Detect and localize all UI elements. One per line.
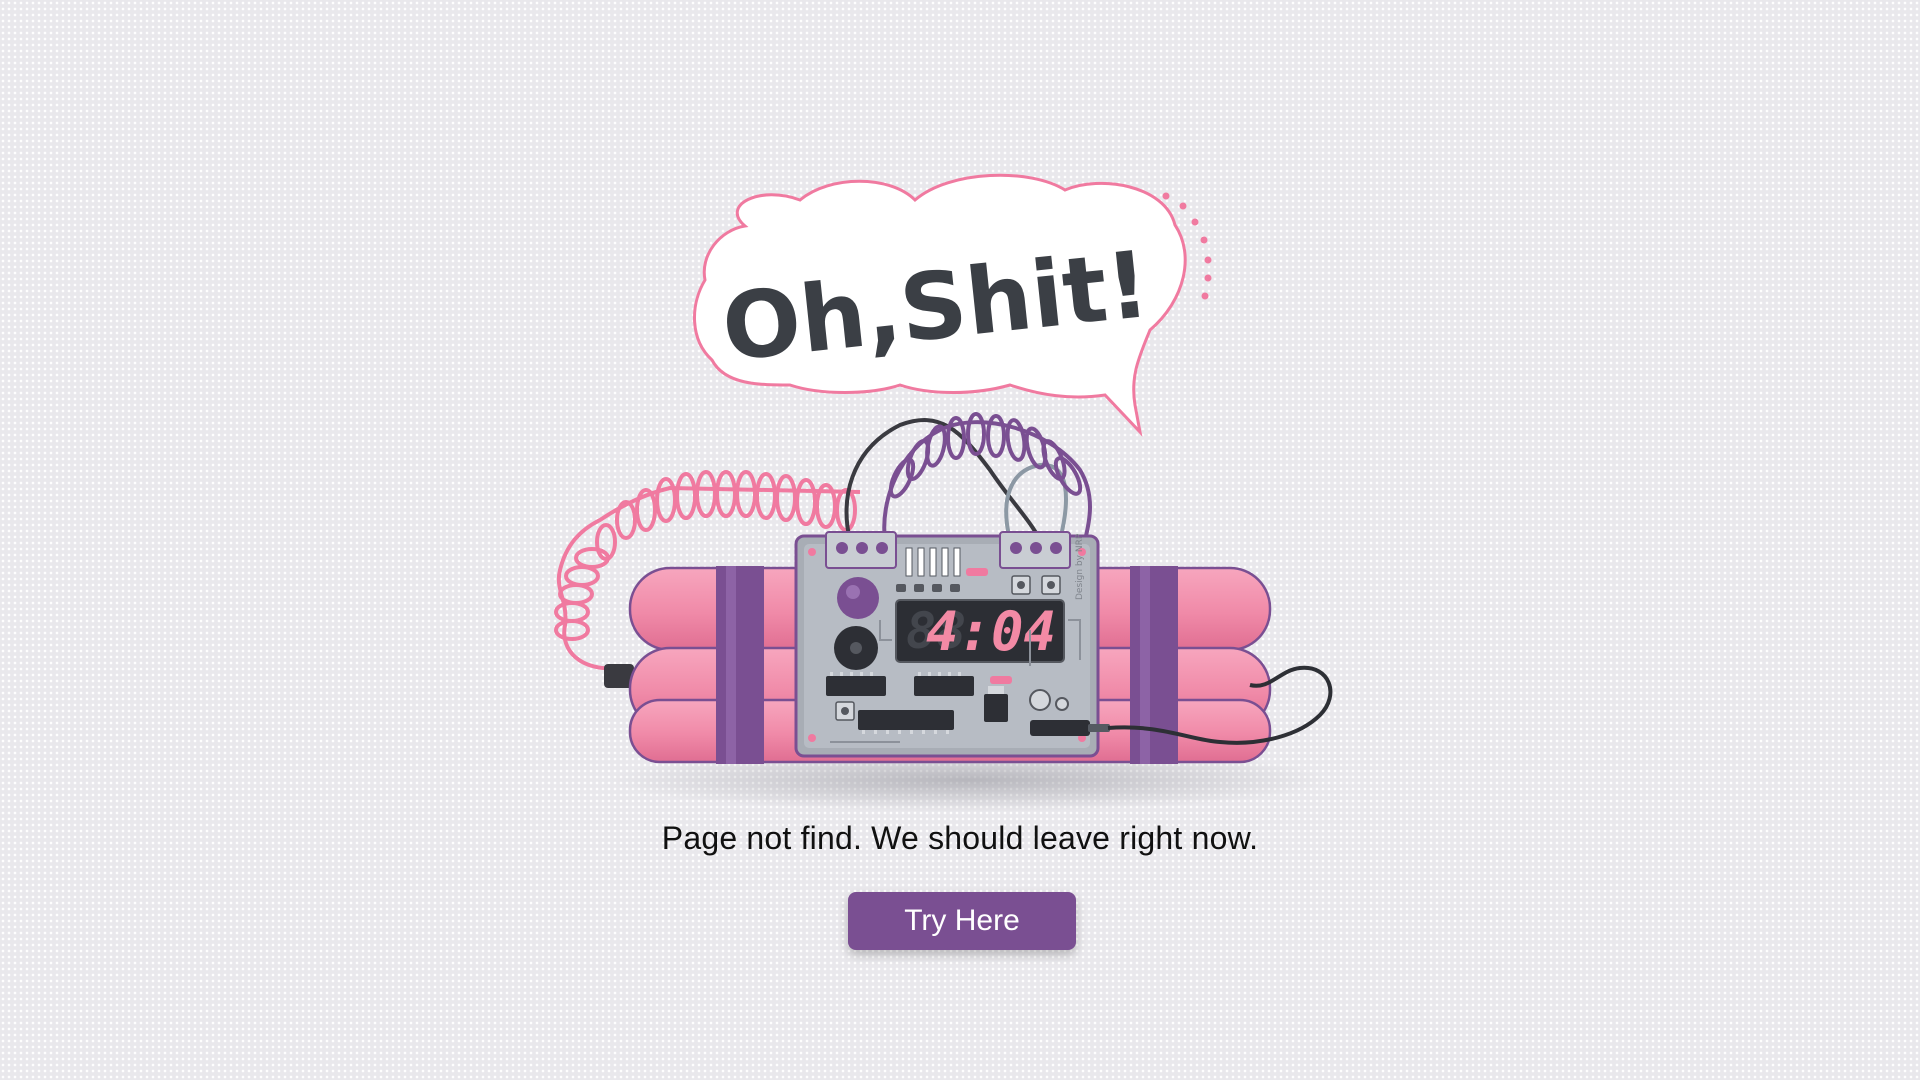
speech-bubble: Oh,Shit! — [693, 173, 1212, 437]
timer-display: 4:04 — [926, 600, 1056, 663]
purple-coil-wire — [882, 412, 1092, 541]
knob — [837, 577, 879, 619]
error-message: Page not find. We should leave right now… — [661, 820, 1259, 856]
board-label: Design by NRP — [1075, 533, 1085, 600]
try-here-button[interactable]: Try Here — [848, 892, 1076, 950]
